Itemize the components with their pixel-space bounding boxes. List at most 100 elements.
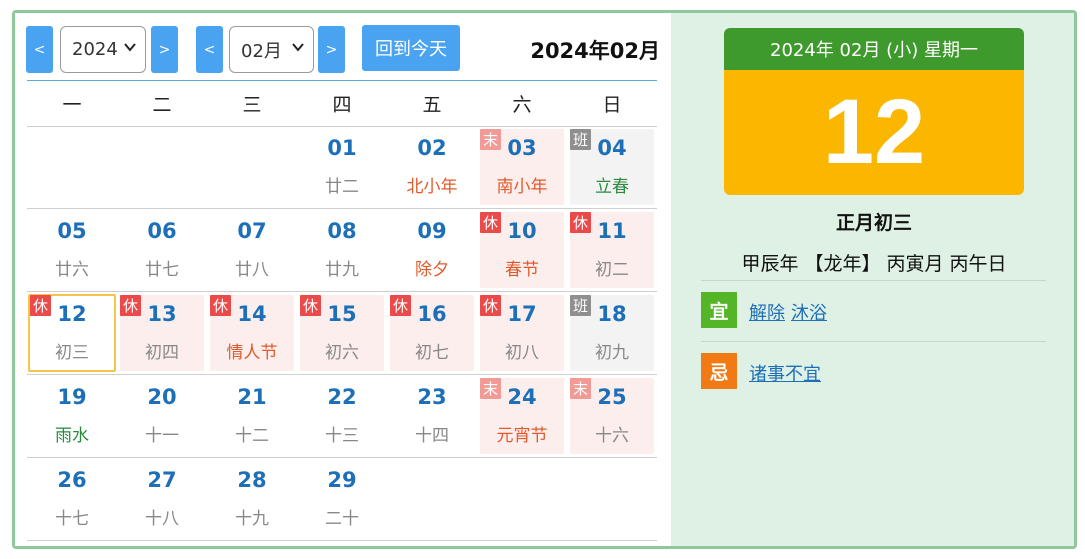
day-cell[interactable]: 休 13 初四: [117, 292, 207, 374]
day-number: 12: [57, 302, 87, 326]
day-number: 05: [57, 219, 87, 243]
day-cell[interactable]: 28 十九: [207, 458, 297, 540]
day-cell[interactable]: 末 03 南小年: [477, 126, 567, 208]
month-title: 2024年02月: [530, 39, 660, 63]
prev-month-button[interactable]: <: [196, 26, 223, 73]
day-cell[interactable]: 02 北小年: [387, 126, 477, 208]
week-row: 01 廿二 02 北小年末 03 南小年班 04 立春: [27, 126, 657, 208]
weekday-label: 六: [512, 94, 532, 116]
date-card-header: 2024年 02月 (小) 星期一: [724, 28, 1024, 70]
lunar-label: 十二: [235, 426, 269, 446]
divider: [27, 540, 657, 541]
day-cell[interactable]: 06 廿七: [117, 209, 207, 291]
date-card: 2024年 02月 (小) 星期一 12: [724, 28, 1024, 195]
day-cell[interactable]: 27 十八: [117, 458, 207, 540]
day-number: 29: [327, 468, 357, 492]
day-number: 08: [327, 219, 357, 243]
lunar-label: 初六: [325, 343, 359, 363]
day-number: 09: [417, 219, 447, 243]
day-cell[interactable]: 班 04 立春: [567, 126, 657, 208]
weekday-label: 四: [332, 94, 352, 116]
lunar-label: 初九: [595, 343, 629, 363]
day-number: 25: [597, 385, 627, 409]
day-number: 10: [507, 219, 537, 243]
day-number: 14: [237, 302, 267, 326]
day-cell[interactable]: 08 廿九: [297, 209, 387, 291]
next-year-button[interactable]: >: [151, 26, 178, 73]
day-cell[interactable]: 休 12 初三: [27, 292, 117, 374]
divider: [701, 341, 1046, 342]
day-cell[interactable]: 09 除夕: [387, 209, 477, 291]
day-cell[interactable]: 21 十二: [207, 375, 297, 457]
ganzhi-text: 甲辰年 【龙年】 丙寅月 丙午日: [741, 253, 1007, 275]
year-select-value: 2024: [72, 39, 118, 60]
lunar-label: 雨水: [55, 426, 89, 446]
week-row: 19 雨水 20 十一 21 十二 22 十三 23 十四末 24 元宵节末 25 十六: [27, 375, 657, 457]
lunar-label: 廿六: [55, 260, 89, 280]
day-cell[interactable]: 班 18 初九: [567, 292, 657, 374]
lunar-label: 廿七: [145, 260, 179, 280]
lunar-label: 廿九: [325, 260, 359, 280]
day-number: 23: [417, 385, 447, 409]
lunar-label: 除夕: [415, 260, 449, 280]
day-cell[interactable]: 末 24 元宵节: [477, 375, 567, 457]
day-cell[interactable]: 19 雨水: [27, 375, 117, 457]
lunar-label: 北小年: [406, 177, 458, 197]
day-number: 03: [507, 136, 537, 160]
lunar-label: 初二: [595, 260, 629, 280]
day-cell[interactable]: 29 二十: [297, 458, 387, 540]
day-number: 06: [147, 219, 177, 243]
day-cell[interactable]: 20 十一: [117, 375, 207, 457]
day-cell[interactable]: 休 15 初六: [297, 292, 387, 374]
day-number: 26: [57, 468, 87, 492]
day-number: 15: [327, 302, 357, 326]
calendar-grid: 01 廿二 02 北小年末 03 南小年班 04 立春 05 廿六 06 廿七 07 廿八 08 廿九 09 除夕…: [27, 126, 657, 541]
month-select-value: 02月: [241, 40, 282, 62]
day-number: 28: [237, 468, 267, 492]
ji-items: 诸事不宜: [749, 360, 827, 386]
day-number: 02: [417, 136, 447, 160]
day-cell[interactable]: 休 14 情人节: [207, 292, 297, 374]
lunar-label: 廿二: [325, 177, 359, 197]
lunar-label: 十七: [55, 509, 89, 529]
day-cell[interactable]: 23 十四: [387, 375, 477, 457]
lunar-label: 初八: [505, 343, 539, 363]
yi-item-link[interactable]: 解除: [749, 303, 785, 324]
weekday-label: 三: [242, 94, 262, 116]
ji-item-link[interactable]: 诸事不宜: [749, 364, 821, 385]
month-select[interactable]: 02月: [229, 26, 314, 73]
day-cell[interactable]: 末 25 十六: [567, 375, 657, 457]
day-cell[interactable]: 休 10 春节: [477, 209, 567, 291]
prev-year-button[interactable]: <: [26, 26, 53, 73]
back-to-today-button[interactable]: 回到今天: [362, 25, 460, 71]
day-cell[interactable]: 休 16 初七: [387, 292, 477, 374]
empty-day-cell: [27, 126, 117, 208]
day-detail-panel: 2024年 02月 (小) 星期一 12 正月初三 甲辰年 【龙年】 丙寅月 丙…: [671, 13, 1074, 546]
empty-day-cell: [477, 458, 567, 540]
lunar-label: 廿八: [235, 260, 269, 280]
lunar-label: 十四: [415, 426, 449, 446]
day-cell[interactable]: 休 17 初八: [477, 292, 567, 374]
weekday-label: 一: [62, 94, 82, 116]
day-cell[interactable]: 01 廿二: [297, 126, 387, 208]
lunar-label: 元宵节: [496, 426, 548, 446]
day-number: 01: [327, 136, 357, 160]
year-select[interactable]: 2024: [60, 26, 146, 73]
yi-items: 解除 沐浴: [749, 299, 833, 325]
divider: [701, 280, 1046, 281]
weekday-label: 日: [602, 94, 622, 116]
day-number: 11: [597, 219, 627, 243]
next-month-button[interactable]: >: [318, 26, 345, 73]
day-number: 22: [327, 385, 357, 409]
day-number: 16: [417, 302, 447, 326]
lunar-label: 立春: [595, 177, 629, 197]
lunar-label: 情人节: [226, 343, 278, 363]
lunar-date: 正月初三: [835, 212, 912, 234]
yi-item-link[interactable]: 沐浴: [791, 303, 827, 324]
day-cell[interactable]: 22 十三: [297, 375, 387, 457]
day-cell[interactable]: 07 廿八: [207, 209, 297, 291]
day-cell[interactable]: 休 11 初二: [567, 209, 657, 291]
lunar-label: 十六: [595, 426, 629, 446]
day-cell[interactable]: 05 廿六: [27, 209, 117, 291]
day-cell[interactable]: 26 十七: [27, 458, 117, 540]
